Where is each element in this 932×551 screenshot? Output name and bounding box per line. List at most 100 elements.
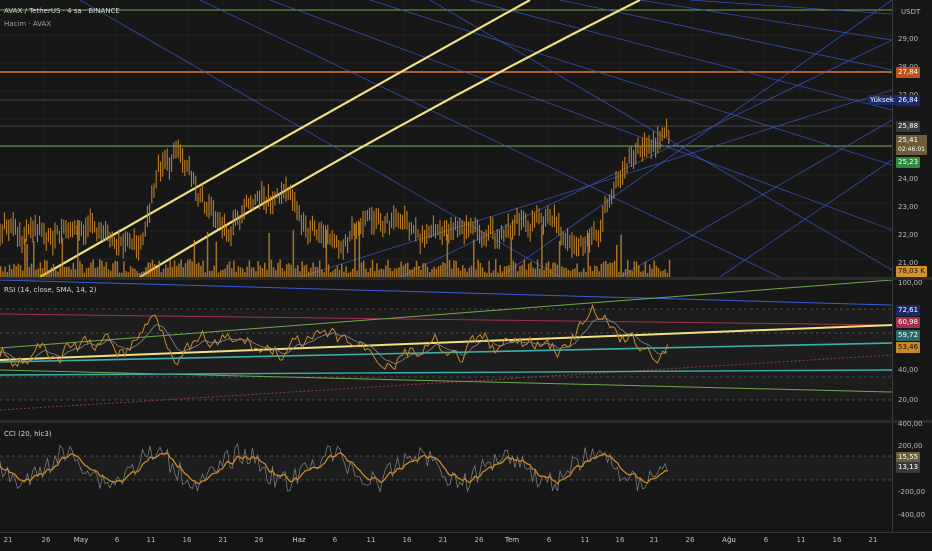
volume-bar <box>30 263 33 277</box>
volume-bar <box>222 269 224 277</box>
time-tick: 21 <box>218 536 228 544</box>
volume-bar <box>442 261 444 277</box>
volume-bar <box>15 266 17 277</box>
volume-bar <box>341 263 343 277</box>
volume-bar <box>431 269 433 277</box>
volume-bar <box>215 241 218 277</box>
cci-tick: 400,00 <box>898 420 923 428</box>
volume-bar <box>169 260 171 277</box>
volume-bar <box>266 269 268 277</box>
volume-bar <box>644 261 647 277</box>
price-chart-canvas[interactable] <box>0 0 892 277</box>
time-tick: 6 <box>546 536 552 544</box>
volume-bar <box>316 266 319 277</box>
volume-bar <box>334 268 336 277</box>
rsi-chart-canvas[interactable] <box>0 280 892 420</box>
volume-bar <box>369 267 372 277</box>
time-tick: 11 <box>796 536 806 544</box>
volume-bar <box>46 260 48 277</box>
cci-pane[interactable]: CCI (20, hlc3) <box>0 423 892 532</box>
volume-bar <box>154 264 156 277</box>
volume-bar <box>37 268 39 277</box>
volume-bar <box>453 260 455 277</box>
volume-bar <box>664 269 666 277</box>
volume-bar <box>521 264 523 277</box>
trend-line <box>299 89 892 277</box>
volume-bar <box>301 261 303 277</box>
volume-bar <box>611 262 614 277</box>
volume-bar <box>259 265 262 277</box>
volume-bar <box>418 266 420 277</box>
trend-line <box>639 0 892 41</box>
volume-bar <box>627 260 629 277</box>
volume-bar <box>651 268 653 277</box>
volume-bar <box>92 259 94 277</box>
volume-bar <box>464 268 466 277</box>
volume-bar <box>81 264 83 277</box>
volume-bar <box>279 259 281 277</box>
volume-bar <box>286 264 288 277</box>
volume-bar <box>4 266 6 277</box>
volume-bar <box>184 263 187 277</box>
time-tick: 16 <box>615 536 625 544</box>
price-pane[interactable]: AVAX / TetherUS · 4 sa · BINANCE Hacim ·… <box>0 0 892 277</box>
volume-bar <box>605 260 607 277</box>
volume-bar <box>534 268 537 277</box>
cci-band <box>0 456 892 480</box>
volume-bar <box>79 260 81 277</box>
volume-bar <box>281 268 284 277</box>
rsi-badge: 60,98 <box>896 317 921 328</box>
volume-bar <box>378 269 380 277</box>
volume-bar <box>653 260 655 277</box>
time-tick: 16 <box>832 536 842 544</box>
volume-bar <box>24 238 26 277</box>
volume-bar <box>338 269 341 277</box>
volume-bar <box>360 262 363 277</box>
volume-bar <box>609 262 611 277</box>
volume-bar <box>528 263 530 277</box>
volume-bar <box>39 262 42 277</box>
volume-bar <box>499 265 501 277</box>
time-axis[interactable] <box>0 532 932 551</box>
volume-bar <box>11 269 13 277</box>
volume-bar <box>613 260 616 277</box>
volume-bar <box>512 260 515 277</box>
volume-bar <box>198 262 200 277</box>
volume-bar <box>294 268 297 277</box>
time-tick: 21 <box>868 536 878 544</box>
volume-bar <box>616 244 618 277</box>
volume-bar <box>536 259 539 277</box>
volume-bar <box>448 259 451 277</box>
volume-bar <box>365 268 367 277</box>
volume-bar <box>253 267 255 277</box>
volume-bar <box>473 239 475 277</box>
volume-bar <box>116 261 119 277</box>
volume-bar <box>200 265 202 277</box>
volume-bar <box>112 263 114 277</box>
volume-bar <box>268 233 270 277</box>
volume-bar <box>523 259 526 277</box>
volume-bar <box>26 244 28 277</box>
volume-bar <box>649 264 651 277</box>
volume-bar <box>638 265 640 277</box>
rsi-pane[interactable]: RSI (14, close, SMA, 14, 2) <box>0 280 892 420</box>
cci-tick: -200,00 <box>898 488 926 496</box>
rsi-label: RSI (14, close, SMA, 14, 2) <box>4 286 97 294</box>
cci-chart-canvas[interactable] <box>0 423 892 532</box>
volume-bar <box>594 265 596 277</box>
volume-bar <box>352 268 354 277</box>
volume-bar <box>178 263 180 277</box>
volume-bar <box>514 263 517 277</box>
volume-bar <box>171 267 174 277</box>
volume-bar <box>182 267 185 277</box>
volume-bar <box>574 268 576 277</box>
rsi-badge: 53,46 <box>896 342 921 353</box>
volume-bar <box>363 260 365 277</box>
cci-badge: 13,13 <box>896 462 921 473</box>
lower-price-badge: 25,23 <box>896 157 921 168</box>
rsi-badge: 59,72 <box>896 330 921 341</box>
volume-bar <box>495 259 497 277</box>
volume-bar <box>63 266 66 277</box>
volume-bar <box>550 268 552 277</box>
volume-bar <box>0 266 2 277</box>
